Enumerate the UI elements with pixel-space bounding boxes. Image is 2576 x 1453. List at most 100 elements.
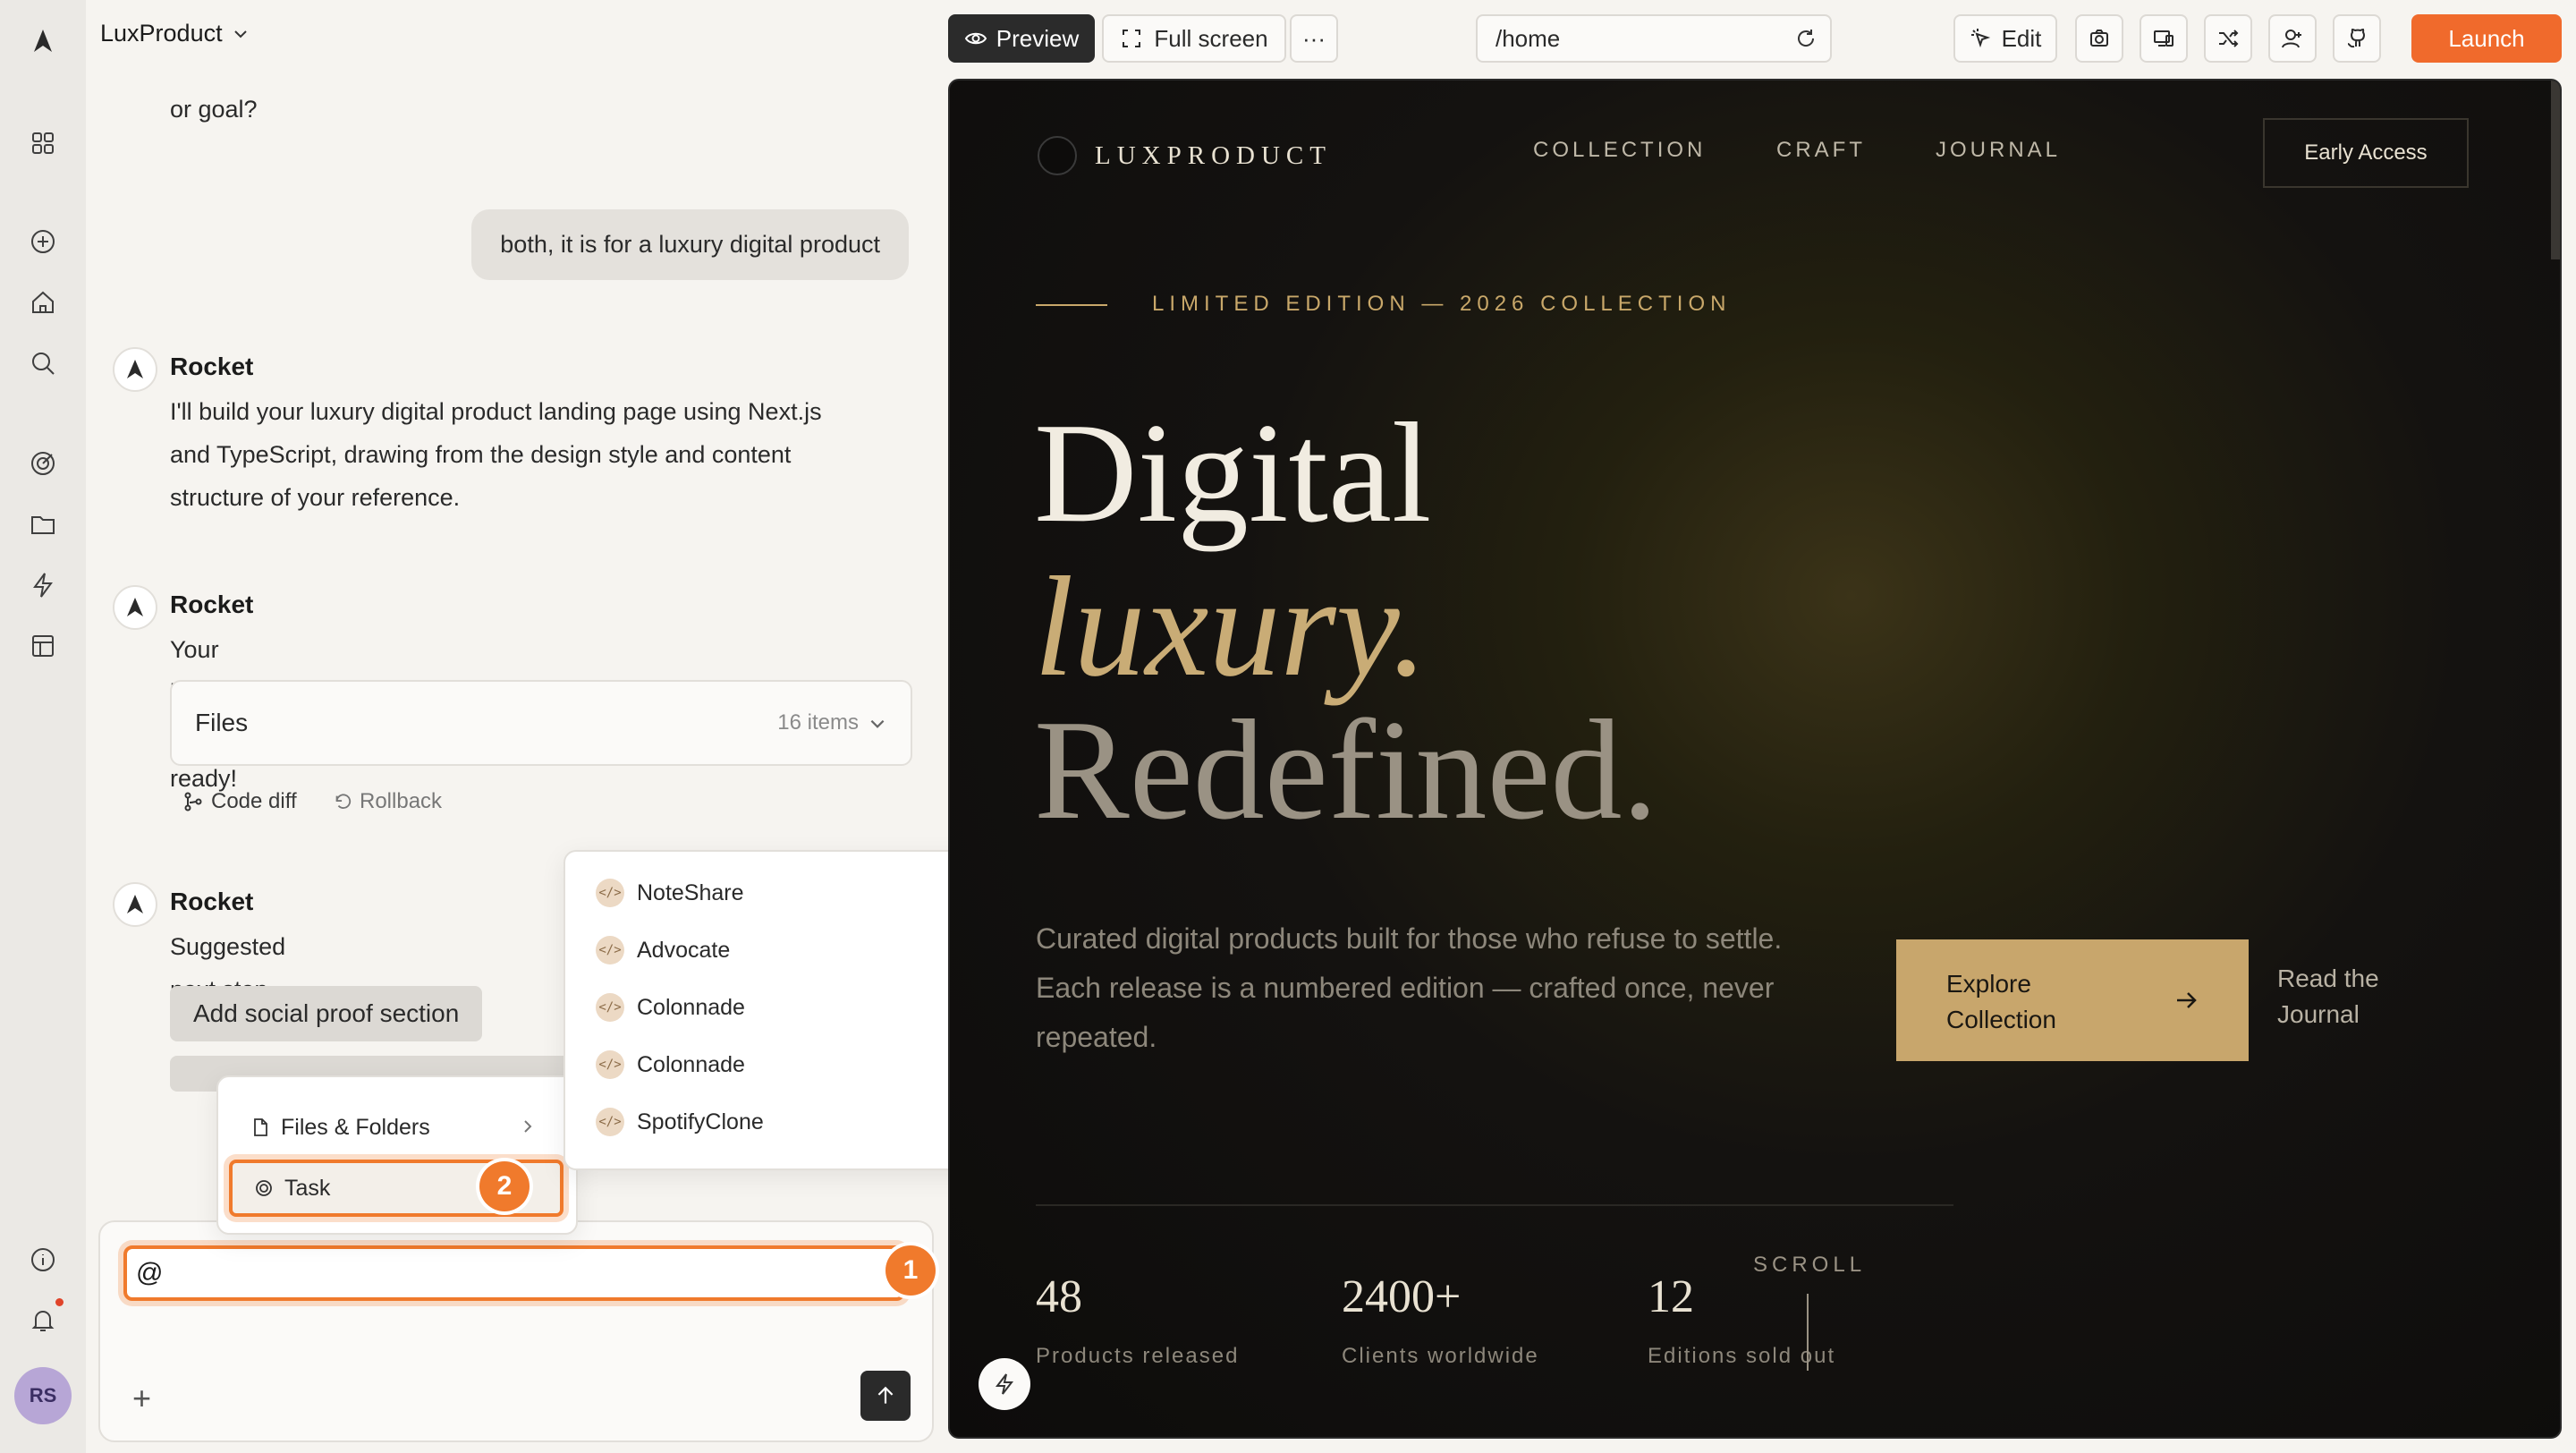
send-button[interactable] — [860, 1371, 911, 1421]
avatar[interactable]: RS — [14, 1367, 72, 1424]
code-icon: </> — [596, 879, 624, 907]
bot-message-line: I'll build your luxury digital product l… — [170, 398, 822, 425]
bot-name: Rocket — [170, 591, 254, 618]
cta-label-line: Collection — [1946, 1006, 2056, 1033]
menu-item-files-folders[interactable]: Files & Folders — [229, 1099, 564, 1156]
chevron-down-icon — [870, 719, 885, 728]
logo-icon[interactable] — [27, 25, 59, 57]
scroll-line — [1807, 1294, 1809, 1371]
bolt-button[interactable] — [979, 1358, 1030, 1410]
stats-divider — [1036, 1204, 1953, 1206]
preview-button[interactable]: Preview — [948, 14, 1095, 63]
github-button[interactable] — [2333, 14, 2381, 63]
task-item[interactable]: </> Colonnade — [596, 990, 745, 1025]
invite-button[interactable] — [2268, 14, 2317, 63]
task-item-label: SpotifyClone — [637, 1109, 764, 1134]
task-item[interactable]: </> Colonnade — [596, 1047, 745, 1083]
fullscreen-label: Full screen — [1154, 24, 1268, 52]
devices-icon — [2154, 30, 2174, 47]
target-icon[interactable] — [27, 447, 59, 480]
files-count: 16 items — [777, 710, 859, 735]
plus-circle-icon[interactable] — [27, 225, 59, 258]
site-brand[interactable]: LUXPRODUCT — [1038, 136, 1332, 175]
nav-collection[interactable]: COLLECTION — [1533, 138, 1706, 163]
nav-journal[interactable]: JOURNAL — [1936, 138, 2061, 163]
fullscreen-button[interactable]: Full screen — [1102, 14, 1286, 63]
rocket-logo-icon — [113, 585, 157, 630]
suggestion-button[interactable]: Add social proof section — [170, 986, 483, 1041]
code-diff-link[interactable]: Code diff — [182, 789, 297, 814]
refresh-icon[interactable] — [1794, 27, 1818, 50]
search-icon[interactable] — [27, 347, 59, 379]
devices-button[interactable] — [2140, 14, 2188, 63]
callout-badge: 2 — [479, 1161, 530, 1211]
task-item[interactable]: </> NoteShare — [596, 875, 744, 911]
task-item-label: Advocate — [637, 937, 731, 963]
task-item-label: NoteShare — [637, 879, 744, 905]
stat-label: Clients worldwide — [1342, 1344, 1539, 1368]
user-plus-icon — [2282, 30, 2301, 48]
bell-icon[interactable] — [27, 1304, 59, 1337]
folder-icon[interactable] — [27, 508, 59, 540]
code-icon: </> — [596, 1108, 624, 1136]
task-item[interactable]: </> SpotifyClone — [596, 1104, 764, 1140]
cursor-click-icon — [1970, 29, 1990, 48]
rollback-link[interactable]: Rollback — [333, 789, 442, 814]
more-button[interactable]: ··· — [1290, 14, 1338, 63]
read-journal-link[interactable]: Read the Journal — [2277, 961, 2379, 1032]
shuffle-icon — [2219, 30, 2239, 47]
edit-button[interactable]: Edit — [1953, 14, 2057, 63]
eyebrow-rule — [1036, 304, 1107, 306]
task-item[interactable]: </> Advocate — [596, 932, 730, 968]
layout-icon[interactable] — [27, 630, 59, 662]
early-access-button[interactable]: Early Access — [2263, 118, 2469, 188]
callout-badge: 1 — [886, 1245, 936, 1296]
edit-label: Edit — [2001, 24, 2042, 52]
info-icon[interactable] — [27, 1244, 59, 1276]
previous-message-tail: or goal? — [170, 96, 258, 123]
user-message: both, it is for a luxury digital product — [471, 209, 909, 280]
chat-input[interactable]: @ — [123, 1245, 905, 1301]
read-label-line: Read the — [2277, 964, 2379, 992]
more-icon: ··· — [1302, 24, 1326, 52]
shuffle-button[interactable] — [2204, 14, 2252, 63]
scrollbar[interactable] — [2551, 81, 2560, 259]
hero-subtitle: Curated digital products built for those… — [1036, 922, 1783, 1053]
apps-icon[interactable] — [27, 127, 59, 159]
bolt-icon[interactable] — [27, 569, 59, 601]
stat-value: 12 — [1648, 1271, 1694, 1322]
arrow-up-icon — [877, 1386, 894, 1404]
brand-name: LUXPRODUCT — [1095, 140, 1332, 170]
hero-title-line1: Digital — [1034, 393, 1432, 552]
menu-item-label: Files & Folders — [281, 1114, 430, 1140]
expand-icon — [1123, 30, 1141, 47]
chevron-down-icon — [233, 30, 247, 38]
nav-craft[interactable]: CRAFT — [1776, 138, 1866, 163]
stat-label: Products released — [1036, 1344, 1240, 1368]
left-rail: RS — [0, 0, 86, 1453]
url-bar[interactable]: /home — [1476, 14, 1832, 63]
file-icon — [254, 1118, 267, 1136]
screenshot-button[interactable] — [2075, 14, 2123, 63]
eyebrow-text: LIMITED EDITION — 2026 COLLECTION — [1152, 292, 1732, 316]
home-icon[interactable] — [27, 286, 59, 319]
scroll-indicator: SCROLL — [1753, 1253, 1867, 1277]
git-branch-icon — [184, 792, 202, 811]
launch-button[interactable]: Launch — [2411, 14, 2562, 63]
brand-mark-icon — [1038, 136, 1077, 175]
rocket-logo-icon — [113, 347, 157, 392]
code-icon: </> — [596, 993, 624, 1022]
task-item-label: Colonnade — [637, 1051, 745, 1077]
bot-message-line: and TypeScript, drawing from the design … — [170, 441, 792, 468]
attach-plus-icon[interactable]: + — [132, 1380, 151, 1417]
stat-value: 2400+ — [1342, 1271, 1462, 1322]
files-card[interactable]: Files 16 items — [170, 680, 912, 766]
preview-label: Preview — [996, 24, 1080, 52]
chevron-right-icon — [524, 1120, 532, 1133]
undo-icon — [335, 794, 352, 809]
cta-label-line: Explore — [1946, 970, 2031, 998]
explore-collection-button[interactable]: Explore Collection — [1896, 939, 2249, 1061]
camera-icon — [2090, 30, 2108, 47]
project-switcher[interactable]: LuxProduct — [100, 20, 250, 47]
chat-panel: LuxProduct or goal? both, it is for a lu… — [86, 0, 1066, 1453]
